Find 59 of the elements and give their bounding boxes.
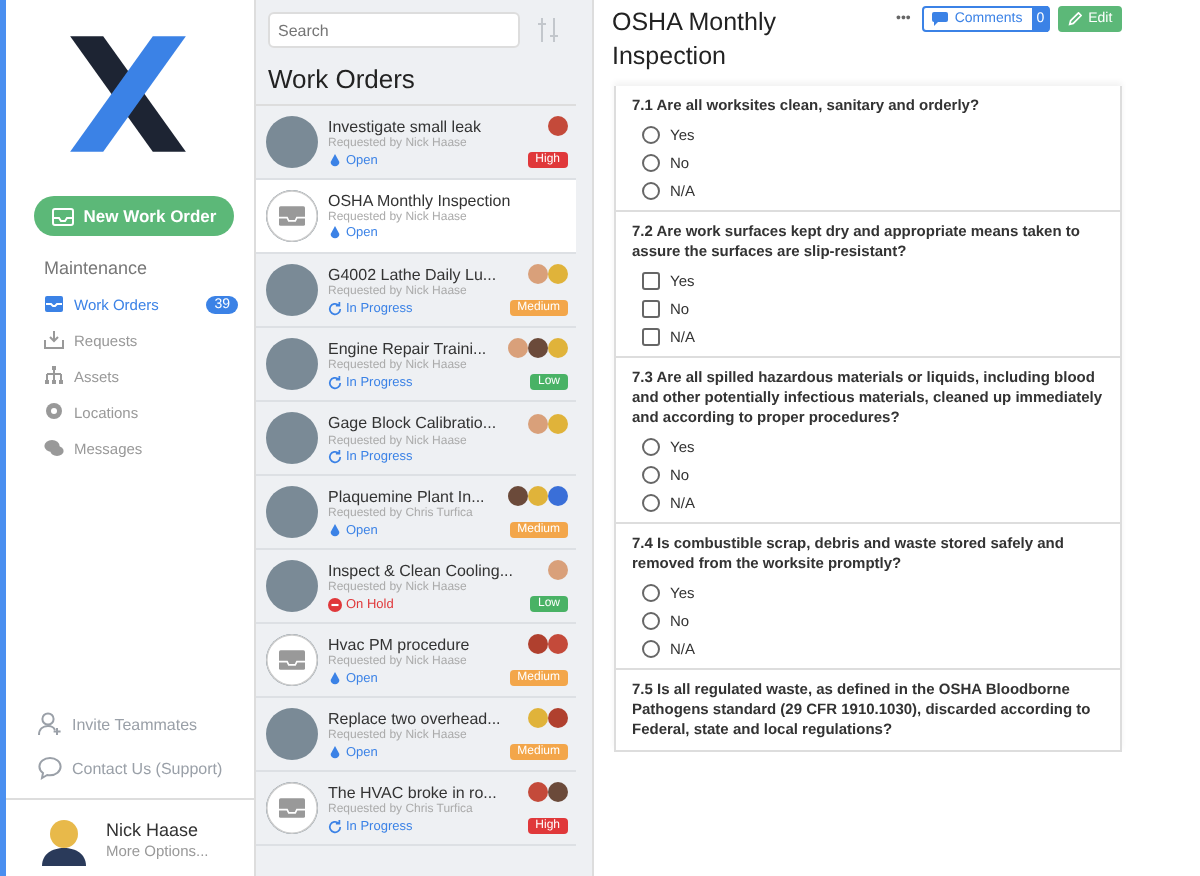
status-icon (328, 819, 342, 833)
checkbox[interactable] (642, 327, 660, 345)
status-icon (328, 301, 342, 315)
work-order-title: Engine Repair Traini... (328, 339, 487, 357)
logo-icon (66, 32, 190, 156)
work-order-title: Investigate small leak (328, 117, 481, 135)
section-heading: Maintenance (42, 256, 150, 282)
chat-icon (932, 12, 949, 26)
radio-button[interactable] (642, 181, 660, 199)
pencil-icon (1068, 12, 1083, 26)
photo-placeholder (266, 560, 318, 612)
status-icon (328, 671, 342, 685)
radio-button[interactable] (642, 639, 660, 657)
checkbox[interactable] (642, 299, 660, 317)
hierarchy-icon (44, 366, 64, 386)
inbox-icon (266, 634, 318, 686)
photo-placeholder (266, 708, 318, 760)
work-order-title: Gage Block Calibratio... (328, 414, 497, 432)
radio-button[interactable] (642, 437, 660, 455)
status-icon (328, 523, 342, 537)
radio-button[interactable] (642, 611, 660, 629)
radio-button[interactable] (642, 493, 660, 511)
user-name: Nick Haase (106, 820, 201, 840)
photo-placeholder (266, 116, 318, 168)
radio-button[interactable] (642, 583, 660, 601)
work-order-title: G4002 Lathe Daily Lu... (328, 265, 497, 283)
bubble-icon (38, 756, 62, 780)
status-icon (328, 449, 342, 463)
chat-icon (44, 438, 64, 458)
photo-placeholder (266, 338, 318, 390)
checkbox[interactable] (642, 271, 660, 289)
radio-button[interactable] (642, 465, 660, 483)
work-order-title: OSHA Monthly Inspection (328, 192, 511, 210)
work-order-title: Hvac PM procedure (328, 635, 470, 653)
inbox-icon (44, 294, 64, 314)
photo-placeholder (266, 486, 318, 538)
page-title: OSHA Monthly Inspection (612, 6, 778, 74)
inbox-icon (51, 207, 74, 225)
work-order-title: The HVAC broke in ro... (328, 783, 497, 801)
inbox-icon (266, 782, 318, 834)
photo-placeholder (266, 412, 318, 464)
work-order-title: Replace two overhead... (328, 709, 501, 727)
status-icon (328, 597, 342, 611)
tray-icon (44, 330, 64, 350)
person-icon (38, 712, 62, 736)
radio-button[interactable] (642, 153, 660, 171)
status-icon (328, 745, 342, 759)
pin-icon (44, 402, 64, 422)
photo-placeholder (266, 264, 318, 316)
status-icon (328, 153, 342, 167)
list-title: Work Orders (266, 62, 417, 98)
status-icon (328, 375, 342, 389)
work-order-title: Inspect & Clean Cooling... (328, 561, 513, 579)
status-icon (328, 226, 342, 240)
search-field[interactable]: Search (268, 12, 520, 48)
inbox-icon (266, 190, 318, 242)
radio-button[interactable] (642, 125, 660, 143)
work-order-title: Plaquemine Plant In... (328, 487, 485, 505)
avatar-icon (38, 814, 90, 866)
